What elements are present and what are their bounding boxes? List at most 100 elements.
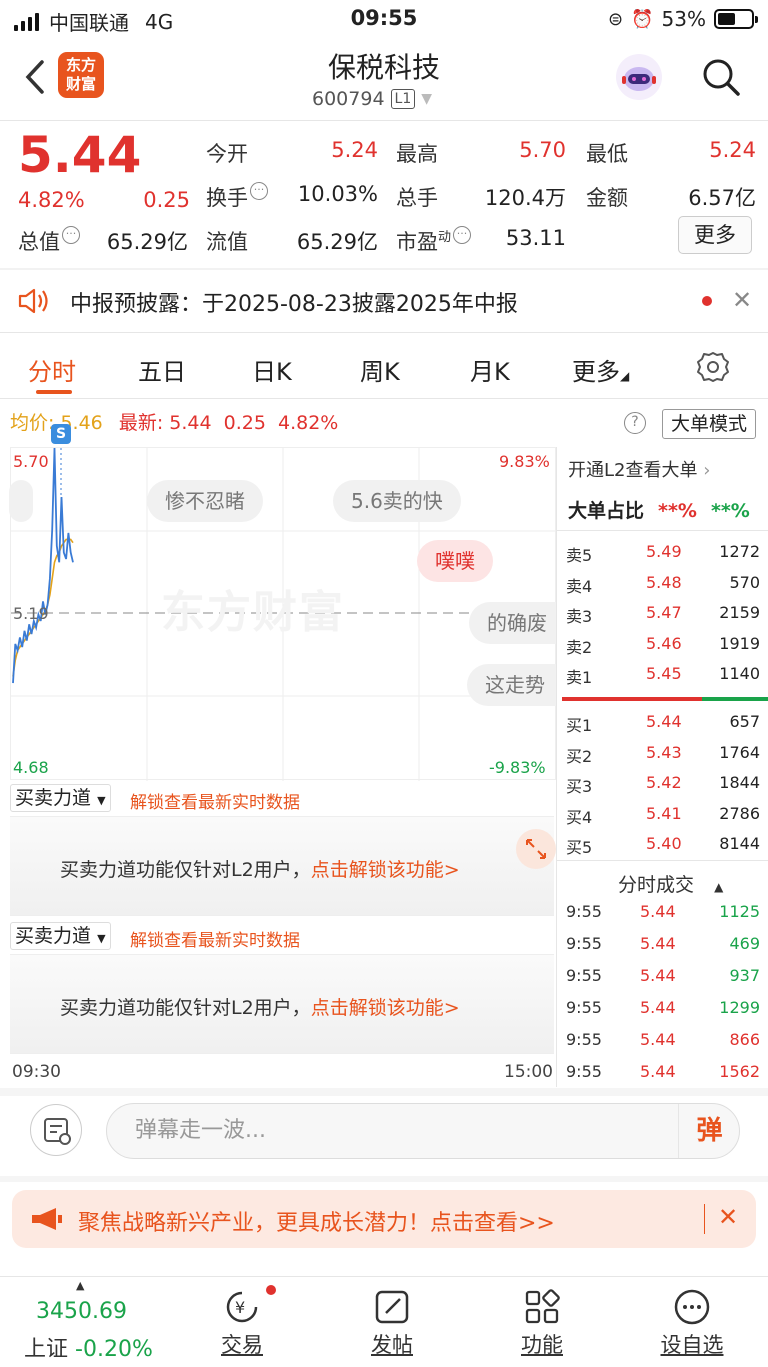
open-l2-link[interactable]: 开通L2查看大单 › <box>568 456 710 482</box>
ask-row: 卖3 5.47 2159 <box>566 603 760 626</box>
comment-list-icon[interactable] <box>30 1104 82 1156</box>
latest-percent: 4.82% <box>277 412 339 434</box>
index-value: 3450.69 <box>36 1299 127 1324</box>
low-value: 5.24 <box>709 138 756 162</box>
header: 东方 财富 保税科技 600794 L1 ▼ <box>0 38 768 120</box>
change-percent: 4.82% <box>18 188 85 212</box>
stock-code-selector[interactable]: 600794 L1 ▼ <box>312 88 432 110</box>
unlock-feature-link[interactable]: 点击解锁该功能> <box>311 997 460 1019</box>
danmu-bubble <box>9 480 33 522</box>
search-icon[interactable] <box>700 56 742 98</box>
rotation-lock-icon: ⊜ <box>608 8 624 30</box>
y-low-label: 4.68 <box>13 758 49 777</box>
float-cap-label: 流值 <box>206 230 248 254</box>
danmu-bubble: 这走势 <box>467 664 557 706</box>
nav-functions[interactable]: 功能 <box>482 1277 602 1367</box>
info-icon: ··· <box>250 182 268 200</box>
volume-value: 120.4万 <box>484 186 566 210</box>
unlock-link[interactable]: 解锁查看最新实时数据 <box>130 926 300 951</box>
indicator-select[interactable]: 买卖力道 ▼ <box>10 784 111 812</box>
chart-tabs: 分时 五日 日K 周K 月K 更多◢ <box>0 340 768 396</box>
large-order-mode-button[interactable]: 大单模式 <box>662 409 756 439</box>
expand-icon[interactable] <box>516 829 556 869</box>
active-tab-indicator <box>36 390 72 394</box>
amount-label: 金额 <box>586 186 628 210</box>
tab-monthly-k[interactable]: 月K <box>470 352 510 387</box>
tick-row: 9:55 5.44 1299 <box>566 998 760 1017</box>
turnover-label[interactable]: 换手 ··· <box>206 182 268 212</box>
market-cap-label[interactable]: 总值 ··· <box>18 226 80 256</box>
megaphone-icon <box>32 1208 62 1230</box>
promo-banner[interactable]: 聚焦战略新兴产业，更具成长潜力！点击查看>> ✕ <box>12 1190 756 1248</box>
danmu-bubble: 的确废 <box>469 602 557 644</box>
close-icon[interactable]: ✕ <box>718 1203 738 1231</box>
change-amount: 0.25 <box>143 188 190 212</box>
tick-row: 9:55 5.44 1125 <box>566 902 760 921</box>
speaker-icon <box>18 288 48 314</box>
tab-timeshare[interactable]: 分时 <box>28 352 76 387</box>
float-cap-value: 65.29亿 <box>296 230 378 254</box>
pe-label[interactable]: 市盈动 ··· <box>396 226 472 256</box>
index-widget[interactable]: ▲ 3450.69 上证 -0.20% <box>22 1277 153 1367</box>
danmu-input[interactable]: 弹幕走一波... <box>106 1103 740 1159</box>
close-icon[interactable]: ✕ <box>732 286 752 314</box>
alarm-icon: ⏰ <box>631 8 654 30</box>
carrier: 中国联通 <box>49 11 129 35</box>
robot-assistant-icon[interactable] <box>616 54 662 100</box>
tab-five-day[interactable]: 五日 <box>138 352 186 387</box>
ask-row: 卖4 5.48 570 <box>566 572 760 596</box>
info-icon: ··· <box>62 226 80 244</box>
stock-code: 600794 <box>312 88 385 110</box>
open-label: 今开 <box>206 142 248 166</box>
help-icon[interactable]: ? <box>624 412 646 434</box>
tick-row: 9:55 5.44 937 <box>566 966 760 985</box>
divider <box>704 1204 705 1234</box>
ask-row: 卖2 5.46 1919 <box>566 633 760 657</box>
turnover-value: 10.03% <box>297 182 378 206</box>
danmu-send-button[interactable]: 弹 <box>678 1104 740 1158</box>
l2-locked-panel: 买卖力道功能仅针对L2用户，点击解锁该功能> <box>10 954 554 1054</box>
y-mid-label: 5.19 <box>13 604 49 623</box>
nav-add-watchlist[interactable]: 设自选 <box>632 1277 752 1367</box>
watermark: 东方财富 <box>161 587 345 638</box>
nav-trade[interactable]: ¥ 交易 <box>182 1277 302 1367</box>
back-icon[interactable] <box>20 58 50 96</box>
tab-weekly-k[interactable]: 周K <box>360 352 400 387</box>
danmu-bubble: 惨不忍睹 <box>147 480 263 522</box>
level-badge: L1 <box>390 89 416 109</box>
latest-label: 最新: <box>118 412 164 434</box>
avg-label: 均价: <box>10 412 55 434</box>
high-value: 5.70 <box>519 138 566 162</box>
bid-row: 买5 5.40 8144 <box>566 834 760 857</box>
bid-ask-bar <box>702 697 768 701</box>
bid-row: 买4 5.41 2786 <box>566 803 760 827</box>
tab-daily-k[interactable]: 日K <box>252 352 292 387</box>
latest-change: 0.25 <box>223 412 266 434</box>
bid-ask-bar <box>562 697 702 701</box>
tick-row: 9:55 5.44 866 <box>566 1030 760 1049</box>
tab-more[interactable]: 更多◢ <box>572 352 629 387</box>
notification-dot <box>266 1285 276 1295</box>
nav-post[interactable]: 发帖 <box>332 1277 452 1367</box>
settings-icon[interactable] <box>696 350 730 384</box>
bid-row: 买2 5.43 1764 <box>566 742 760 766</box>
more-button[interactable]: 更多 <box>678 216 752 254</box>
bottom-nav: ▲ 3450.69 上证 -0.20% ¥ 交易 发帖 功能 设自选 <box>0 1276 768 1366</box>
status-bar: 中国联通 4G 09:55 ⊜ ⏰ 53% <box>0 0 768 38</box>
app-logo[interactable]: 东方 财富 <box>58 52 104 98</box>
info-icon: ··· <box>453 226 472 244</box>
unlock-feature-link[interactable]: 点击解锁该功能> <box>311 859 460 881</box>
danmu-bubble: 5.6卖的快 <box>333 480 461 522</box>
ticks-title[interactable]: 分时成交 ▲ <box>618 870 723 897</box>
tick-row: 9:55 5.44 1562 <box>566 1062 760 1081</box>
s-badge: S <box>51 424 71 444</box>
unlock-link[interactable]: 解锁查看最新实时数据 <box>130 788 300 813</box>
amount-value: 6.57亿 <box>688 186 756 210</box>
dropdown-icon: ▼ <box>421 91 433 107</box>
intraday-chart[interactable]: 东方财富 S 5.70 5.19 4.68 9.83% -9.83% 惨不忍睹 … <box>9 424 557 781</box>
indicator-select[interactable]: 买卖力道 ▼ <box>10 922 111 950</box>
apps-icon <box>525 1289 560 1324</box>
ask-row: 卖5 5.49 1272 <box>566 542 760 565</box>
index-change: 上证 -0.20% <box>24 1337 153 1362</box>
notice-bar[interactable]: 中报预披露：于2025-08-23披露2025年中报 ✕ <box>0 272 768 330</box>
